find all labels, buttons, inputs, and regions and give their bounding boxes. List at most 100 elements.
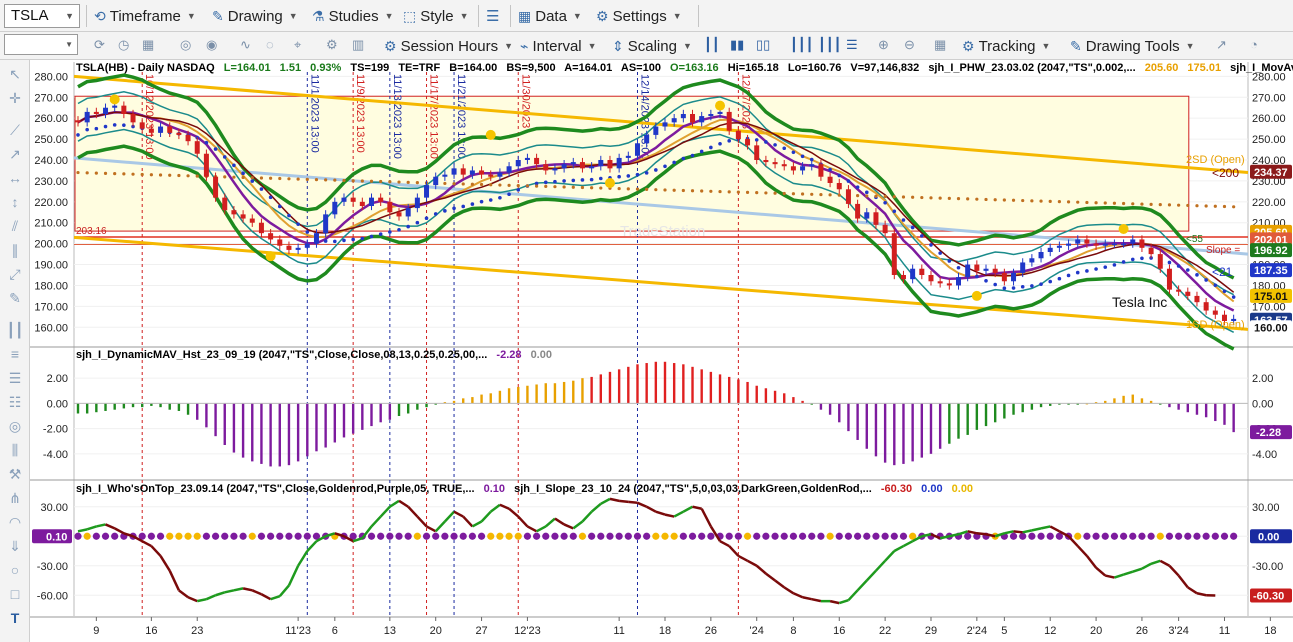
grid-icon[interactable]: ▦ <box>142 37 154 53</box>
candle-icon[interactable]: ▮▮ <box>730 37 744 53</box>
event-vline-label: 11/21/2023 13:00 <box>455 74 467 159</box>
whos-on-top-dot <box>578 532 587 540</box>
y-tick-label-left: 280.00 <box>34 71 68 83</box>
trend-icon[interactable]: ↗ <box>1216 37 1227 53</box>
bar-chart-icon[interactable]: ┃┃ <box>704 37 720 53</box>
interval-button[interactable]: ⌁ Interval ▼ <box>520 33 597 59</box>
line-icon[interactable]: ┃┃┃ <box>790 37 813 53</box>
slope-line-segment <box>976 532 987 536</box>
candle-body <box>286 245 292 250</box>
tracking-button[interactable]: ⚙ Tracking ▼ <box>962 33 1050 59</box>
histogram-bar <box>755 385 758 404</box>
whos-on-top-dot <box>395 532 403 540</box>
settings-small-icon[interactable]: ⚙ <box>326 37 338 53</box>
osc-left-tag-label: 0.10 <box>46 531 67 543</box>
ma21-dot <box>1094 267 1098 271</box>
target-icon[interactable]: ◎ <box>180 37 191 53</box>
whos-on-top-dot <box>367 532 376 540</box>
candle-body <box>506 166 512 173</box>
ohlc-icon[interactable]: ┃┃┃ <box>818 37 841 53</box>
histogram-bar <box>773 390 777 404</box>
whos-on-top-dot <box>459 532 467 540</box>
histogram-bar <box>636 364 639 404</box>
y-tick-label-right: 170.00 <box>1252 301 1286 313</box>
template-select[interactable]: ▼ <box>4 34 78 55</box>
whos-on-top-dot <box>422 532 431 540</box>
layout-button[interactable]: ☰ <box>486 3 499 29</box>
style-menu[interactable]: ⬚ Style ▼ <box>403 3 469 29</box>
candle-body <box>167 126 173 133</box>
data-menu[interactable]: ▦ Data ▼ <box>518 3 582 29</box>
ma200-dot <box>892 195 896 199</box>
whos-on-top-dot <box>441 532 449 540</box>
camera-icon[interactable]: ◉ <box>206 37 217 53</box>
histogram-bar <box>177 403 181 411</box>
histogram-bar <box>957 403 960 439</box>
symbol-input[interactable]: TSLA ▼ <box>4 4 80 28</box>
timeframe-icon: ⟲ <box>94 7 106 24</box>
timeframe-menu[interactable]: ⟲ Timeframe ▼ <box>94 3 196 29</box>
pattern-icon[interactable]: ◌ <box>266 37 274 52</box>
ma200-dot <box>791 192 796 196</box>
candle-body <box>690 114 696 123</box>
ma21-dot <box>76 133 80 137</box>
candle-body <box>534 157 540 165</box>
bars-icon[interactable]: ▥ <box>352 37 364 53</box>
x-tick-label: '24 <box>750 625 764 637</box>
pivot-marker <box>109 94 120 105</box>
chevron-down-icon: ▼ <box>504 41 514 51</box>
settings-menu[interactable]: ⚙ Settings ▼ <box>596 3 682 29</box>
whos-on-top-dot <box>1046 532 1054 540</box>
candle-body <box>653 126 659 135</box>
candle-body <box>1157 254 1163 269</box>
ma21-dot <box>892 209 897 214</box>
company-label: Tesla Inc <box>1112 294 1167 310</box>
chevron-down-icon: ▼ <box>587 41 597 51</box>
ma200-dot <box>1030 199 1034 203</box>
histogram-bar <box>920 403 924 458</box>
y-tick-label-right: -4.00 <box>1252 449 1277 461</box>
layout-icon[interactable]: ☰ <box>846 37 858 53</box>
candle-body <box>350 197 356 202</box>
histogram-bar <box>76 403 80 414</box>
ma200-dot <box>415 181 419 185</box>
ma200-dot <box>947 196 951 200</box>
studies-menu[interactable]: ⚗ Studies ▼ <box>312 3 394 29</box>
ma200-dot <box>314 178 319 182</box>
session-hours-label: Session Hours <box>400 37 499 55</box>
y-tick-label-left: -2.00 <box>43 424 68 436</box>
drawing-menu[interactable]: ✎ Drawing ▼ <box>212 3 298 29</box>
scaling-button[interactable]: ⇕ Scaling ▼ <box>612 33 692 59</box>
ma200-dot <box>76 170 80 175</box>
data-window-icon[interactable]: ▦ <box>934 37 946 53</box>
studies-icon: ⚗ <box>312 7 325 24</box>
ma200-dot <box>663 188 667 192</box>
hollow-candle-icon[interactable]: ▯▯ <box>756 37 770 53</box>
wave-icon[interactable]: ∿ <box>240 37 251 53</box>
ma200-dot <box>113 172 117 176</box>
x-tick-label: 11 <box>1219 625 1230 637</box>
whos-on-top-dot <box>184 532 192 540</box>
refresh-icon[interactable]: ⟳ <box>94 37 105 53</box>
candle-body <box>103 107 109 114</box>
crosshair-icon[interactable]: ⌖ <box>294 37 301 53</box>
ma21-dot <box>443 209 447 213</box>
whos-on-top-dot <box>633 532 642 540</box>
candle-body <box>1148 247 1154 255</box>
analysis-icon[interactable]: ◔ <box>1250 37 1258 52</box>
ma200-dot <box>1076 200 1080 204</box>
ma21-dot <box>589 177 594 182</box>
zoom-in-icon[interactable]: ⊕ <box>878 37 889 53</box>
ma200-dot <box>1131 202 1135 206</box>
zoom-out-icon[interactable]: ⊖ <box>904 37 915 53</box>
chart-canvas[interactable]: 160.00160.00170.00170.00180.00180.00190.… <box>0 60 1293 642</box>
ma21-dot <box>103 124 108 129</box>
candle-body <box>937 281 943 284</box>
ma21-dot <box>1066 273 1071 278</box>
session-hours-button[interactable]: ⚙ Session Hours ▼ <box>384 33 513 59</box>
histogram-bar <box>214 403 217 437</box>
clock-icon[interactable]: ◷ <box>118 37 129 53</box>
drawing-tools-button[interactable]: ✎ Drawing Tools ▼ <box>1070 33 1195 59</box>
whos-on-top-dot <box>808 532 816 540</box>
histogram-bar <box>792 397 795 404</box>
